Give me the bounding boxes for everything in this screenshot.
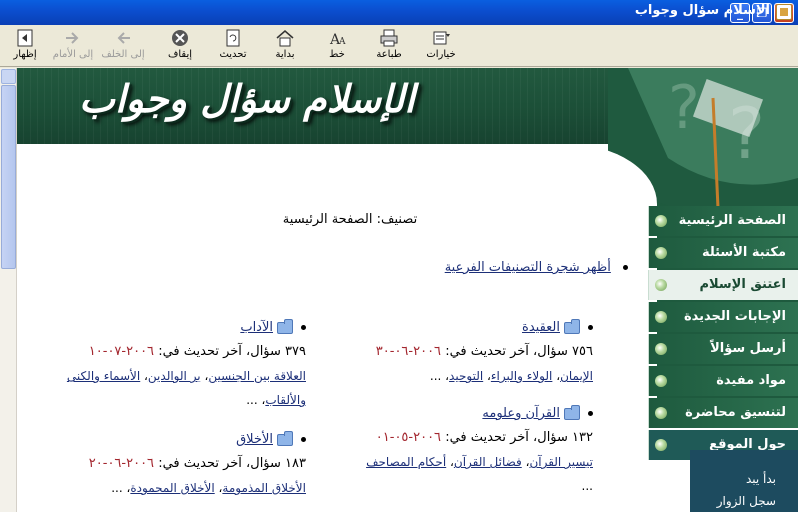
app-icon [776, 4, 792, 20]
category-link[interactable]: الأخلاق [236, 432, 273, 447]
folder-icon [277, 318, 293, 334]
scroll-thumb[interactable] [1, 85, 16, 269]
category-akhlaq: الأخلاق ١٨٣ سؤال، آخر تحديث في: ٢٠٠٦-٠٦-… [88, 430, 306, 495]
nav-item-lecture[interactable]: لتنسيق محاضرة [648, 398, 798, 428]
scroll-up-button[interactable] [1, 69, 16, 84]
category-quran: القرآن وعلومه ١٣٢ سؤال، آخر تحديث في: ٢٠… [366, 404, 593, 493]
home-label: بداية [275, 49, 295, 60]
home-icon [276, 30, 294, 47]
nav-item-useful-materials[interactable]: مواد مفيدة [648, 366, 798, 396]
category-link[interactable]: الآداب [240, 320, 273, 335]
show-label: إظهار [13, 49, 37, 60]
nav-item-embrace-islam[interactable]: اعتنق الإسلام [648, 270, 798, 300]
stop-icon [172, 30, 188, 46]
category-aqeedah: العقيدة ٧٥٦ سؤال، آخر تحديث في: ٢٠٠٦-٠٦-… [375, 318, 593, 383]
subcategory-link[interactable]: الأخلاق المحمودة [130, 481, 214, 495]
category-date: ٢٠٠٦-٠٥-٠١ [375, 430, 442, 445]
svg-text:A: A [338, 37, 346, 47]
bullet-icon [655, 279, 667, 291]
main-nav: الصفحة الرئيسية مكتبة الأسئلة اعتنق الإس… [648, 206, 798, 462]
category-link[interactable]: القرآن وعلومه [482, 406, 560, 421]
site-title: الإسلام سؤال وجواب [79, 76, 416, 121]
printer-icon [380, 29, 398, 47]
category-date: ٢٠٠٦-٠٦-٣٠ [375, 344, 442, 359]
stop-label: إيقاف [167, 49, 193, 60]
bullet-icon [655, 407, 667, 419]
forward-label: إلى الأمام [52, 49, 94, 60]
tree-link-row: أظهر شجرة التصنيفات الفرعية [445, 260, 628, 275]
options-button[interactable]: خيارات [416, 28, 466, 64]
breadcrumb: تصنيف: الصفحة الرئيسية [282, 212, 418, 227]
show-button[interactable]: إظهار [0, 28, 50, 64]
subcategory-link[interactable]: الأخلاق المذمومة [222, 481, 306, 495]
bullet-icon [655, 247, 667, 259]
browser-window: _ ❐ ✕ الإسلام سؤال وجواب إظهار إلى الأما… [0, 0, 798, 512]
bullet-icon [655, 375, 667, 387]
bullet-icon [655, 215, 667, 227]
back-arrow-icon [117, 32, 130, 44]
category-stats: ١٨٣ سؤال، آخر تحديث في: [158, 456, 306, 471]
refresh-button[interactable]: تحديث [208, 28, 258, 64]
folder-icon [564, 318, 580, 334]
category-adab: الآداب ٣٧٩ سؤال، آخر تحديث في: ٢٠٠٦-٠٧-١… [66, 318, 306, 407]
subcategory-link[interactable]: فضائل القرآن [454, 455, 522, 469]
subcategory-link[interactable]: الإيمان [560, 369, 593, 383]
refresh-icon [226, 29, 240, 47]
font-icon: AA [329, 32, 346, 48]
subcategory-link[interactable]: بر الوالدين [148, 369, 201, 383]
category-link[interactable]: العقيدة [522, 320, 560, 335]
nav-footer: بدأ يبد سجل الزوار [690, 450, 798, 512]
options-label: خيارات [426, 49, 456, 60]
bullet-icon [655, 311, 667, 323]
category-stats: ٣٧٩ سؤال، آخر تحديث في: [158, 344, 306, 359]
font-label: خط [329, 49, 345, 60]
print-label: طباعة [376, 49, 402, 60]
bullet-icon [655, 343, 667, 355]
show-panel-icon [17, 29, 33, 47]
nav-footer-text: بدأ يبد [745, 472, 776, 486]
toolbar: إظهار إلى الأمام إلى الخلف إيقاف تحديث ب… [0, 25, 798, 67]
vertical-scrollbar[interactable] [0, 68, 17, 512]
nav-item-new-answers[interactable]: الإجابات الجديدة [648, 302, 798, 332]
category-date: ٢٠٠٦-٠٦-٢٠ [88, 456, 155, 471]
nav-item-home[interactable]: الصفحة الرئيسية [648, 206, 798, 236]
stop-button[interactable]: إيقاف [155, 28, 205, 64]
forward-arrow-icon [66, 32, 79, 44]
svg-text:?: ? [668, 73, 700, 143]
folder-icon [564, 404, 580, 420]
nav-item-library[interactable]: مكتبة الأسئلة [648, 238, 798, 268]
options-icon [433, 31, 450, 45]
window-title: الإسلام سؤال وجواب [634, 3, 770, 18]
folder-icon [277, 430, 293, 446]
title-bar: _ ❐ ✕ الإسلام سؤال وجواب [0, 0, 798, 25]
forward-button[interactable]: إلى الأمام [48, 28, 98, 64]
category-date: ٢٠٠٦-٠٧-١٠ [88, 344, 155, 359]
subcategory-link[interactable]: العلاقة بين الجنسين [208, 369, 306, 383]
font-button[interactable]: AA خط [312, 28, 362, 64]
subcategory-link[interactable]: التوحيد [449, 369, 483, 383]
home-button[interactable]: بداية [260, 28, 310, 64]
show-subcategory-tree-link[interactable]: أظهر شجرة التصنيفات الفرعية [445, 260, 611, 275]
refresh-label: تحديث [219, 49, 247, 60]
nav-item-send-question[interactable]: أرسل سؤالاً [648, 334, 798, 364]
bullet-icon [655, 439, 667, 451]
back-label: إلى الخلف [101, 49, 145, 60]
back-button[interactable]: إلى الخلف [98, 28, 148, 64]
subcategory-link[interactable]: تيسير القرآن [529, 455, 593, 469]
print-button[interactable]: طباعة [364, 28, 414, 64]
subcategory-link[interactable]: أحكام المصاحف [366, 455, 446, 469]
subcategory-link[interactable]: الولاء والبراء [491, 369, 553, 383]
guestbook-link[interactable]: سجل الزوار [717, 494, 776, 508]
page-content: الإسلام سؤال وجواب ? ? تصنيف: الصفحة الر… [0, 68, 798, 512]
category-stats: ١٣٢ سؤال، آخر تحديث في: [445, 430, 593, 445]
category-stats: ٧٥٦ سؤال، آخر تحديث في: [445, 344, 593, 359]
